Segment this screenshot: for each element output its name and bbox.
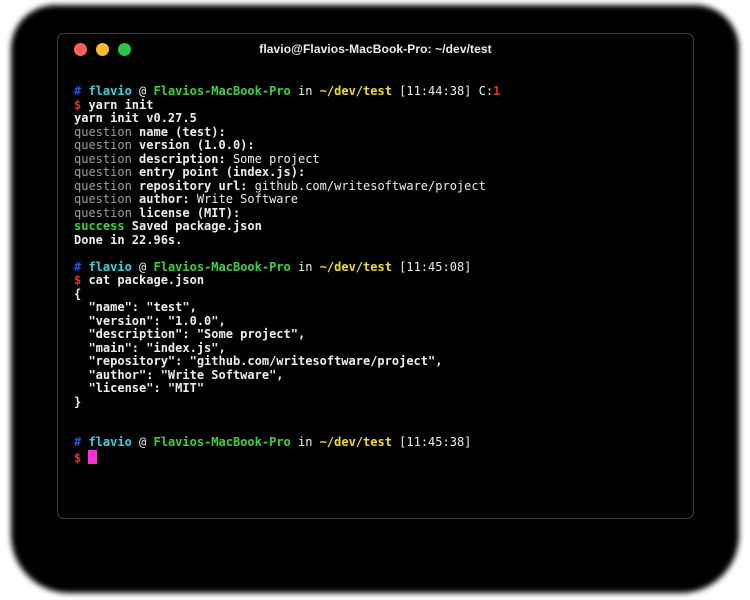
terminal-segment: # xyxy=(74,84,88,98)
terminal-line: question entry point (index.js): xyxy=(74,166,683,180)
terminal-cursor xyxy=(88,450,97,464)
minimize-button[interactable] xyxy=(96,43,109,56)
terminal-segment: $ xyxy=(74,273,88,287)
terminal-line: "author": "Write Software", xyxy=(74,369,683,383)
terminal-segment: yarn init xyxy=(88,98,153,112)
terminal-segment: [11:45:08] xyxy=(392,260,471,274)
terminal-line: question description: Some project xyxy=(74,153,683,167)
terminal-segment: @ xyxy=(132,260,154,274)
terminal-segment: question xyxy=(74,179,139,193)
terminal-segment: "description": "Some project", xyxy=(74,327,305,341)
terminal-segment: cat package.json xyxy=(88,273,204,287)
terminal-segment: author: xyxy=(139,192,190,206)
terminal-segment: Flavios-MacBook-Pro xyxy=(154,84,291,98)
terminal-segment: "main": "index.js", xyxy=(74,341,226,355)
terminal-segment: in xyxy=(291,260,320,274)
terminal-line: Done in 22.96s. xyxy=(74,234,683,248)
terminal-segment: question xyxy=(74,152,139,166)
terminal-line: $ xyxy=(74,450,683,466)
terminal-line: "license": "MIT" xyxy=(74,382,683,396)
terminal-line xyxy=(74,409,683,423)
terminal-segment: flavio xyxy=(88,260,131,274)
terminal-segment: license (MIT): xyxy=(139,206,240,220)
terminal-segment: question xyxy=(74,206,139,220)
terminal-segment: C: xyxy=(479,84,493,98)
terminal-segment: Write Software xyxy=(190,192,298,206)
terminal-segment: "license": "MIT" xyxy=(74,381,204,395)
terminal-line: # flavio @ Flavios-MacBook-Pro in ~/dev/… xyxy=(74,261,683,275)
terminal-line: "name": "test", xyxy=(74,301,683,315)
terminal-segment: question xyxy=(74,165,139,179)
terminal-segment: in xyxy=(291,84,320,98)
terminal-line: # flavio @ Flavios-MacBook-Pro in ~/dev/… xyxy=(74,85,683,99)
terminal-segment: # xyxy=(74,435,88,449)
terminal-segment: question xyxy=(74,192,139,206)
terminal-line: question author: Write Software xyxy=(74,193,683,207)
terminal-line: "repository": "github.com/writesoftware/… xyxy=(74,355,683,369)
terminal-segment: @ xyxy=(132,435,154,449)
terminal-segment: $ xyxy=(74,451,88,465)
terminal-line: question repository url: github.com/writ… xyxy=(74,180,683,194)
terminal-segment: } xyxy=(74,395,81,409)
window-title: flavio@Flavios-MacBook-Pro: ~/dev/test xyxy=(58,34,693,64)
terminal-segment: github.com/writesoftware/project xyxy=(247,179,485,193)
terminal-line: "version": "1.0.0", xyxy=(74,315,683,329)
terminal-segment: question xyxy=(74,125,139,139)
terminal-segment: "name": "test", xyxy=(74,300,197,314)
traffic-lights xyxy=(74,34,131,64)
terminal-segment: Some project xyxy=(226,152,320,166)
title-bar[interactable]: flavio@Flavios-MacBook-Pro: ~/dev/test xyxy=(58,34,693,64)
terminal-segment: Done in 22.96s. xyxy=(74,233,182,247)
terminal-segment: yarn init v0.27.5 xyxy=(74,111,197,125)
terminal-segment: @ xyxy=(132,84,154,98)
terminal-segment: Saved package.json xyxy=(125,219,262,233)
terminal-line: "description": "Some project", xyxy=(74,328,683,342)
terminal-segment: [11:44:38] xyxy=(392,84,479,98)
terminal-segment: description: xyxy=(139,152,226,166)
terminal-segment: ~/dev/test xyxy=(320,435,392,449)
terminal-segment: "repository": "github.com/writesoftware/… xyxy=(74,354,442,368)
terminal-line: $ yarn init xyxy=(74,99,683,113)
terminal-segment: # xyxy=(74,260,88,274)
terminal-line: # flavio @ Flavios-MacBook-Pro in ~/dev/… xyxy=(74,436,683,450)
terminal-segment: name (test): xyxy=(139,125,226,139)
terminal-line: success Saved package.json xyxy=(74,220,683,234)
terminal-segment: { xyxy=(74,287,81,301)
terminal-segment: entry point (index.js): xyxy=(139,165,305,179)
terminal-line: yarn init v0.27.5 xyxy=(74,112,683,126)
terminal-segment: flavio xyxy=(88,84,131,98)
zoom-button[interactable] xyxy=(118,43,131,56)
terminal-segment: "author": "Write Software", xyxy=(74,368,284,382)
terminal-segment: repository url: xyxy=(139,179,247,193)
terminal-line: question version (1.0.0): xyxy=(74,139,683,153)
terminal-segment: [11:45:38] xyxy=(392,435,471,449)
terminal-segment: in xyxy=(291,435,320,449)
terminal-segment: 1 xyxy=(493,84,500,98)
terminal-line: question license (MIT): xyxy=(74,207,683,221)
terminal-line: $ cat package.json xyxy=(74,274,683,288)
close-button[interactable] xyxy=(74,43,87,56)
terminal-segment: $ xyxy=(74,98,88,112)
terminal-segment: ~/dev/test xyxy=(320,260,392,274)
terminal-segment: success xyxy=(74,219,125,233)
terminal-segment: Flavios-MacBook-Pro xyxy=(154,435,291,449)
terminal-output[interactable]: # flavio @ Flavios-MacBook-Pro in ~/dev/… xyxy=(58,64,693,465)
terminal-line xyxy=(74,423,683,437)
terminal-line: "main": "index.js", xyxy=(74,342,683,356)
terminal-segment: "version": "1.0.0", xyxy=(74,314,226,328)
terminal-window: flavio@Flavios-MacBook-Pro: ~/dev/test #… xyxy=(57,33,694,519)
terminal-segment: ~/dev/test xyxy=(320,84,392,98)
terminal-segment: version (1.0.0): xyxy=(139,138,255,152)
terminal-segment: Flavios-MacBook-Pro xyxy=(154,260,291,274)
terminal-line: { xyxy=(74,288,683,302)
terminal-line xyxy=(74,247,683,261)
terminal-line: question name (test): xyxy=(74,126,683,140)
terminal-segment: flavio xyxy=(88,435,131,449)
terminal-segment: question xyxy=(74,138,139,152)
terminal-line: } xyxy=(74,396,683,410)
